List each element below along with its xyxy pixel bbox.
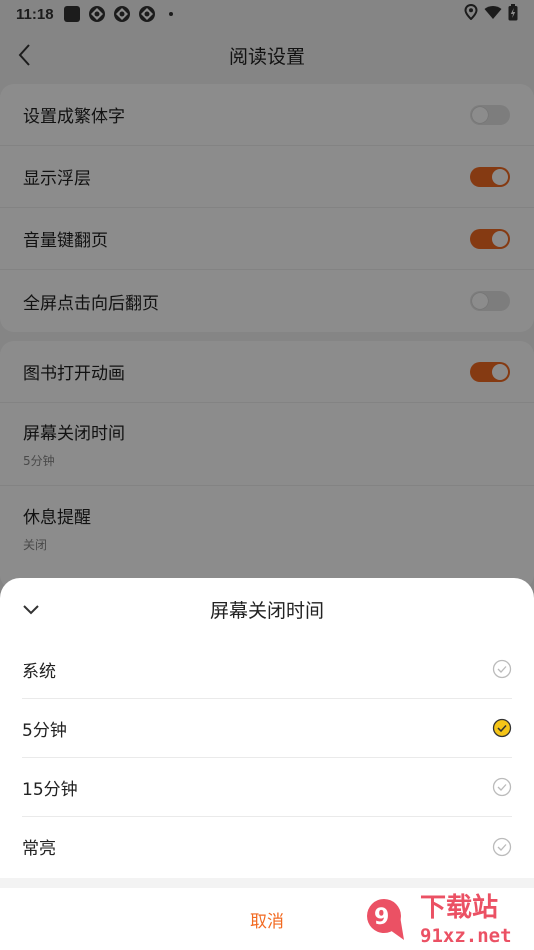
option-label: 常亮 [22,839,56,859]
unchecked-circle-icon [492,777,512,797]
option-label: 15分钟 [22,779,78,800]
watermark-url: 91xz.net [420,925,512,947]
svg-text:9: 9 [374,905,389,930]
option-5-minutes[interactable]: 5分钟 [22,699,512,758]
option-15-minutes[interactable]: 15分钟 [22,758,512,817]
option-label: 5分钟 [22,720,67,741]
sheet-title: 屏幕关闭时间 [209,599,324,622]
option-system[interactable]: 系统 [22,640,512,699]
option-label: 系统 [22,661,56,682]
checked-circle-icon [492,718,512,738]
cancel-label: 取消 [250,911,284,932]
sheet-header: 屏幕关闭时间 [0,578,534,640]
watermark-logo: 9 下载站 91xz.net [367,893,512,947]
option-always-on[interactable]: 常亮 [22,817,512,876]
watermark-text: 下载站 [420,893,498,923]
unchecked-circle-icon [492,659,512,679]
unchecked-circle-icon [492,837,512,856]
chevron-down-icon [23,605,39,615]
collapse-sheet-button[interactable] [18,597,44,623]
